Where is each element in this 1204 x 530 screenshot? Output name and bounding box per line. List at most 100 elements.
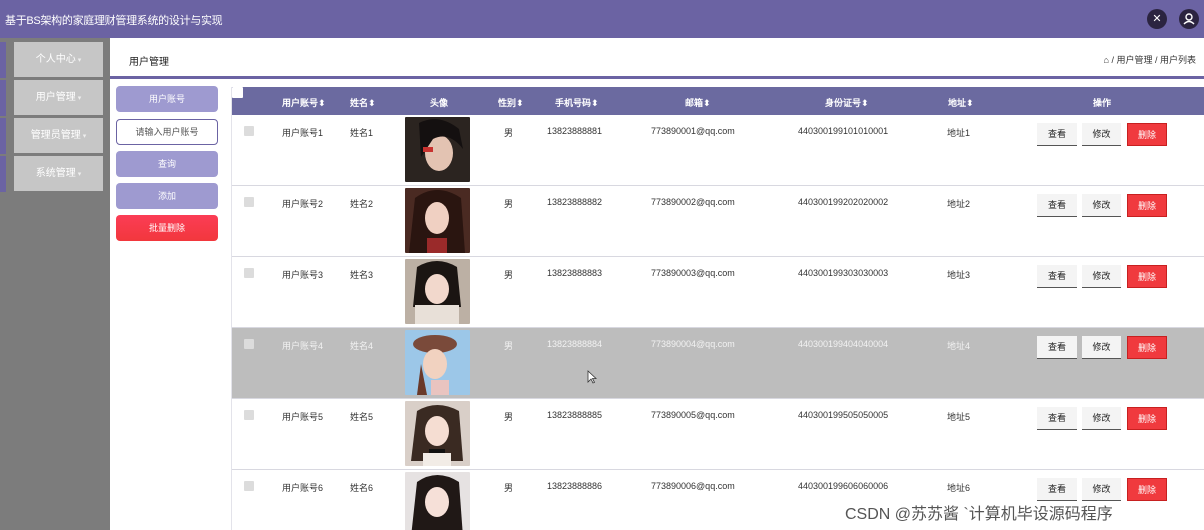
row-checkbox[interactable] [244,197,254,207]
delete-button[interactable]: 删除 [1127,123,1167,146]
cell-gender: 男 [504,270,514,280]
cell-email: 773890002@qq.com [651,197,735,207]
row-checkbox[interactable] [244,410,254,420]
cell-gender: 男 [504,412,514,422]
sort-icon: ⬍ [966,98,974,108]
column-header-actions: 操作 [1093,98,1112,108]
delete-button[interactable]: 删除 [1127,407,1167,430]
sort-icon: ⬍ [318,98,326,108]
sidebar-item-admin-management[interactable]: 管理员管理 ▾ [14,118,103,153]
delete-button[interactable]: 删除 [1127,194,1167,217]
watermark: CSDN @苏苏酱 `计算机毕设源码程序 [845,506,1113,523]
column-header-address[interactable]: 地址⬍ [948,96,974,109]
cell-address: 地址2 [947,199,971,209]
expand-icon[interactable]: ✕ [1147,9,1167,29]
cell-account: 用户账号3 [282,270,324,280]
delete-button[interactable]: 删除 [1127,336,1167,359]
edit-button[interactable]: 修改 [1082,407,1121,430]
avatar [405,259,470,324]
view-button[interactable]: 查看 [1037,123,1077,146]
edit-button[interactable]: 修改 [1082,478,1121,501]
breadcrumb-divider [110,76,1204,79]
view-button[interactable]: 查看 [1037,265,1077,288]
cell-id-card: 440300199606060006 [798,481,889,491]
avatar [405,117,470,182]
cell-account: 用户账号6 [282,483,324,493]
query-button[interactable]: 查询 [116,151,218,177]
avatar [405,401,470,466]
cell-gender: 男 [504,128,514,138]
sidebar-item-label: 用户管理 [35,92,76,103]
cell-account: 用户账号4 [282,341,324,351]
user-icon[interactable] [1179,9,1199,29]
edit-button[interactable]: 修改 [1082,123,1121,146]
search-field-label: 用户账号 [116,86,218,112]
table-row[interactable]: 用户账号5 姓名5 男 13823888885 773890005@qq.com… [232,399,1204,470]
user-icon-glyph [1183,13,1195,25]
cell-name: 姓名6 [350,483,374,493]
sort-icon: ⬍ [591,98,599,108]
batch-delete-button[interactable]: 批量删除 [116,215,218,241]
view-button[interactable]: 查看 [1037,478,1077,501]
chevron-down-icon: ▾ [77,171,82,178]
row-checkbox[interactable] [244,481,254,491]
sidebar-item-system-management[interactable]: 系统管理 ▾ [14,156,103,191]
cell-email: 773890001@qq.com [651,126,735,136]
search-input[interactable]: 请输入用户账号 [116,119,218,145]
table-row[interactable]: 用户账号2 姓名2 男 13823888882 773890002@qq.com… [232,186,1204,257]
column-header-phone[interactable]: 手机号码⬍ [555,96,599,109]
cell-name: 姓名1 [350,128,374,138]
table-row[interactable]: 用户账号4 姓名4 男 13823888884 773890004@qq.com… [232,328,1204,399]
add-button[interactable]: 添加 [116,183,218,209]
edit-button[interactable]: 修改 [1082,336,1121,359]
search-panel: 用户账号 请输入用户账号 查询 添加 批量删除 [110,79,231,530]
view-button[interactable]: 查看 [1037,407,1077,430]
cell-gender: 男 [504,199,514,209]
sidebar: 个人中心 ▾ 用户管理 ▾ 管理员管理 ▾ 系统管理 ▾ [0,38,110,530]
column-header-name[interactable]: 姓名⬍ [350,96,376,109]
cell-phone: 13823888885 [547,410,603,420]
table-row[interactable]: 用户账号3 姓名3 男 13823888883 773890003@qq.com… [232,257,1204,328]
mouse-cursor-icon [587,370,597,384]
breadcrumb-text[interactable]: / 用户管理 / 用户列表 [1111,55,1196,65]
sort-icon: ⬍ [516,98,524,108]
column-header-account[interactable]: 用户账号⬍ [282,96,326,109]
column-header-gender[interactable]: 性别⬍ [498,96,524,109]
sidebar-accent [0,156,6,192]
view-button[interactable]: 查看 [1037,194,1077,217]
cell-email: 773890004@qq.com [651,339,735,349]
sidebar-item-label: 系统管理 [35,168,76,179]
sidebar-item-label: 个人中心 [35,54,76,65]
view-button[interactable]: 查看 [1037,336,1077,359]
sidebar-item-user-management[interactable]: 用户管理 ▾ [14,80,103,115]
cell-name: 姓名4 [350,341,374,351]
breadcrumb: ⌂ / 用户管理 / 用户列表 [1104,53,1196,66]
cell-email: 773890006@qq.com [651,481,735,491]
column-header-email[interactable]: 邮箱⬍ [685,96,711,109]
sort-icon: ⬍ [368,98,376,108]
cell-email: 773890005@qq.com [651,410,735,420]
breadcrumb-bar: 用户管理 ⌂ / 用户管理 / 用户列表 [110,38,1204,76]
cell-gender: 男 [504,483,514,493]
sidebar-item-personal-center[interactable]: 个人中心 ▾ [14,42,103,77]
cell-address: 地址5 [947,412,971,422]
edit-button[interactable]: 修改 [1082,265,1121,288]
home-icon[interactable]: ⌂ [1104,55,1109,65]
edit-button[interactable]: 修改 [1082,194,1121,217]
column-header-id-card[interactable]: 身份证号⬍ [825,96,869,109]
row-checkbox[interactable] [244,126,254,136]
cell-email: 773890003@qq.com [651,268,735,278]
cell-id-card: 440300199404040004 [798,339,889,349]
sort-icon: ⬍ [861,98,869,108]
chevron-down-icon: ▾ [77,95,82,102]
sidebar-accent [0,42,6,78]
table-row[interactable]: 用户账号1 姓名1 男 13823888881 773890001@qq.com… [232,115,1204,186]
avatar [405,188,470,253]
select-all-checkbox[interactable] [232,87,243,98]
cell-phone: 13823888886 [547,481,603,491]
row-checkbox[interactable] [244,268,254,278]
delete-button[interactable]: 删除 [1127,265,1167,288]
row-checkbox[interactable] [244,339,254,349]
delete-button[interactable]: 删除 [1127,478,1167,501]
page-title: 用户管理 [129,57,169,68]
